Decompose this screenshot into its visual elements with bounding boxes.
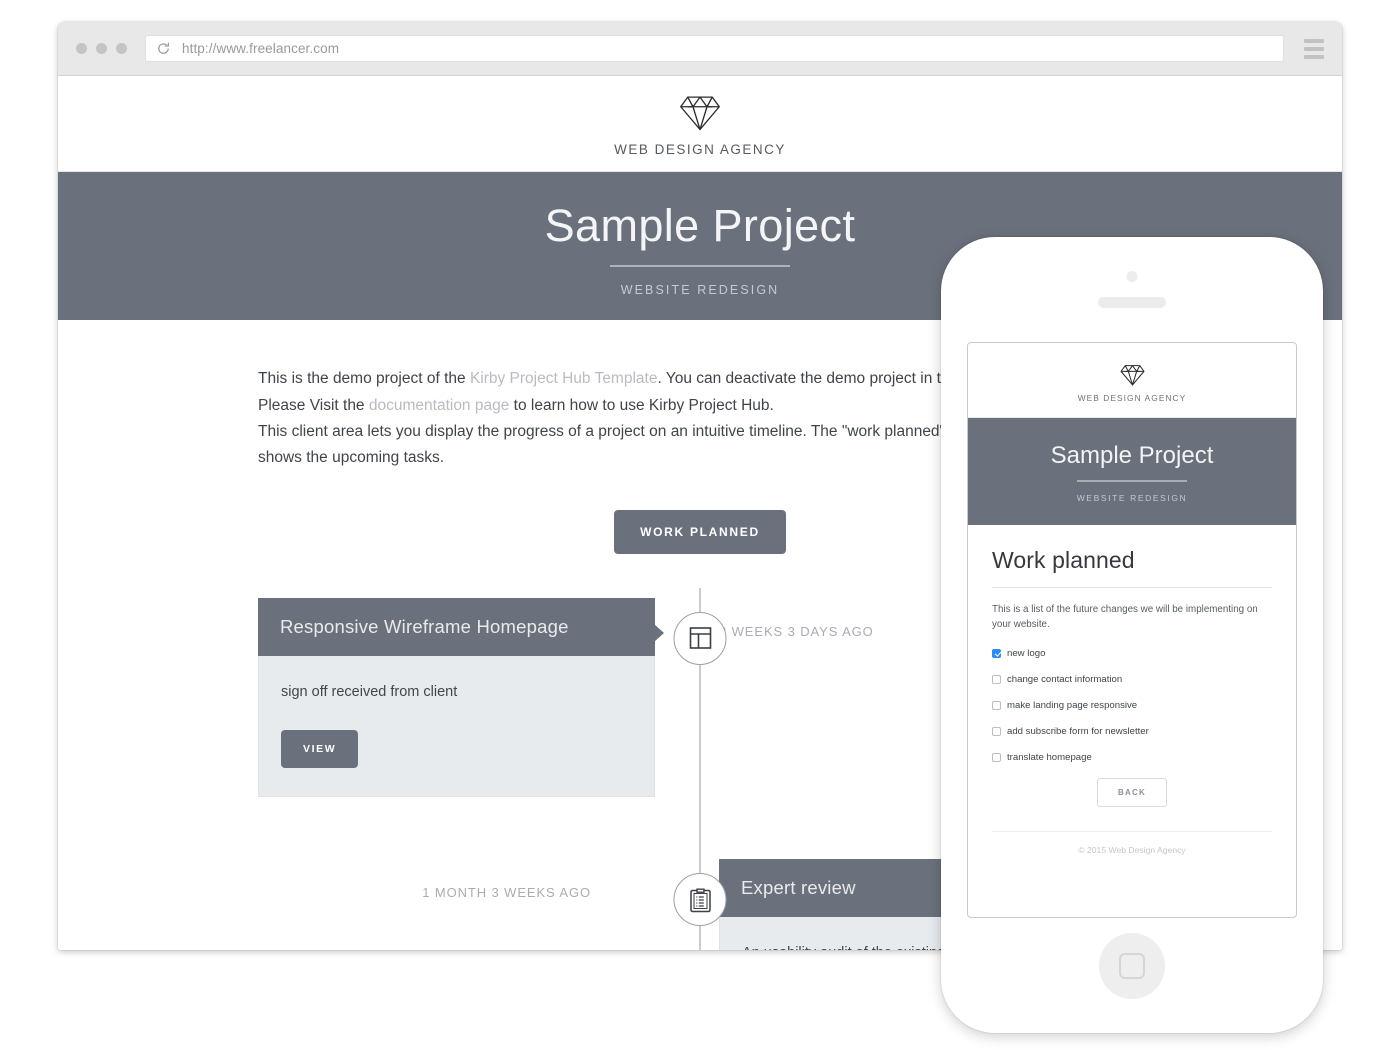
phone-camera-icon	[1126, 271, 1138, 282]
phone-page-subtitle: WEBSITE REDESIGN	[1076, 492, 1188, 503]
work-planned-heading: Work planned	[992, 546, 1135, 573]
work-planned-button[interactable]: WORK PLANNED	[614, 509, 786, 554]
browser-chrome: http://www.freelancer.com	[58, 22, 1342, 76]
work-planned-lead: This is a list of the future changes we …	[992, 603, 1258, 630]
timeline-card-title: Responsive Wireframe Homepage	[258, 597, 655, 656]
site-header: WEB DESIGN AGENCY	[58, 76, 1342, 172]
phone-agency-name: WEB DESIGN AGENCY	[1077, 393, 1187, 403]
url-text[interactable]: http://www.freelancer.com	[182, 41, 339, 56]
intro-line2-a: Please Visit the	[258, 396, 369, 414]
phone-hero-divider	[1077, 480, 1187, 482]
window-controls[interactable]	[76, 43, 127, 54]
close-window-dot[interactable]	[76, 43, 87, 54]
hero-divider	[610, 264, 790, 267]
intro-line3: This client area lets you display the pr…	[258, 422, 1058, 440]
address-bar[interactable]: http://www.freelancer.com	[145, 35, 1284, 62]
task-item[interactable]: translate homepage	[992, 752, 1272, 763]
task-label: add subscribe form for newsletter	[1007, 725, 1149, 737]
footer-divider	[992, 830, 1272, 832]
phone-screen: WEB DESIGN AGENCY Sample Project WEBSITE…	[967, 342, 1297, 918]
timeline-node[interactable]	[673, 873, 727, 927]
wireframe-layout-icon	[689, 627, 711, 649]
screenshot-stage: http://www.freelancer.com WEB DESIGN AGE…	[0, 0, 1400, 1050]
heading-divider	[992, 586, 1272, 588]
task-label: new logo	[1007, 647, 1046, 659]
task-label: translate homepage	[1007, 751, 1092, 763]
back-button[interactable]: BACK	[1097, 777, 1167, 807]
task-item[interactable]: new logo	[992, 648, 1272, 659]
phone-content: Work planned This is a list of the futur…	[968, 525, 1296, 869]
task-item[interactable]: change contact information	[992, 674, 1272, 685]
checkbox-icon[interactable]	[992, 648, 1001, 658]
hamburger-menu-icon[interactable]	[1304, 38, 1324, 59]
intro-line1-a: This is the demo project of the	[258, 370, 470, 387]
minimize-window-dot[interactable]	[96, 43, 107, 54]
clipboard-checklist-icon	[689, 888, 711, 912]
task-item[interactable]: make landing page responsive	[992, 700, 1272, 711]
back-button-row: BACK	[992, 777, 1272, 807]
phone-mockup: WEB DESIGN AGENCY Sample Project WEBSITE…	[941, 237, 1323, 1033]
phone-speaker-icon	[1098, 297, 1166, 308]
phone-site-header: WEB DESIGN AGENCY	[968, 343, 1296, 418]
task-checklist: new logo change contact information make…	[992, 648, 1272, 763]
phone-hero: Sample Project WEBSITE REDESIGN	[968, 418, 1296, 525]
intro-line1-b: . You can deactivate the demo project in…	[657, 370, 963, 387]
page-title: Sample Project	[544, 200, 856, 252]
kirby-template-link[interactable]: Kirby Project Hub Template	[470, 370, 658, 387]
page-subtitle: WEBSITE REDESIGN	[620, 282, 780, 297]
view-button[interactable]: VIEW	[281, 730, 359, 769]
diamond-logo-icon	[1120, 365, 1144, 386]
documentation-link[interactable]: documentation page	[369, 397, 509, 414]
phone-page-title: Sample Project	[1050, 442, 1214, 469]
timeline-card: Responsive Wireframe Homepage sign off r…	[258, 597, 664, 798]
diamond-logo-icon	[680, 95, 720, 130]
checkbox-icon[interactable]	[992, 674, 1001, 684]
checkbox-icon[interactable]	[992, 700, 1001, 710]
reload-icon[interactable]	[156, 41, 171, 56]
card-pointer-right	[654, 623, 664, 642]
checkbox-icon[interactable]	[992, 752, 1001, 762]
checkbox-icon[interactable]	[992, 726, 1001, 736]
agency-name: WEB DESIGN AGENCY	[614, 141, 786, 157]
zoom-window-dot[interactable]	[116, 43, 127, 54]
timeline-node[interactable]	[673, 611, 727, 665]
intro-line2-b: to learn how to use Kirby Project Hub.	[509, 396, 774, 414]
task-item[interactable]: add subscribe form for newsletter	[992, 726, 1272, 737]
task-label: change contact information	[1007, 673, 1123, 685]
phone-home-button-icon[interactable]	[1099, 933, 1165, 999]
timeline-card-body: sign off received from client VIEW	[258, 655, 655, 798]
timeline-card-text: sign off received from client	[281, 683, 458, 700]
task-label: make landing page responsive	[1007, 699, 1138, 711]
copyright-text: © 2015 Web Design Agency	[1078, 844, 1186, 855]
timeline-date: 1 MONTH 3 WEEKS AGO	[422, 885, 591, 901]
